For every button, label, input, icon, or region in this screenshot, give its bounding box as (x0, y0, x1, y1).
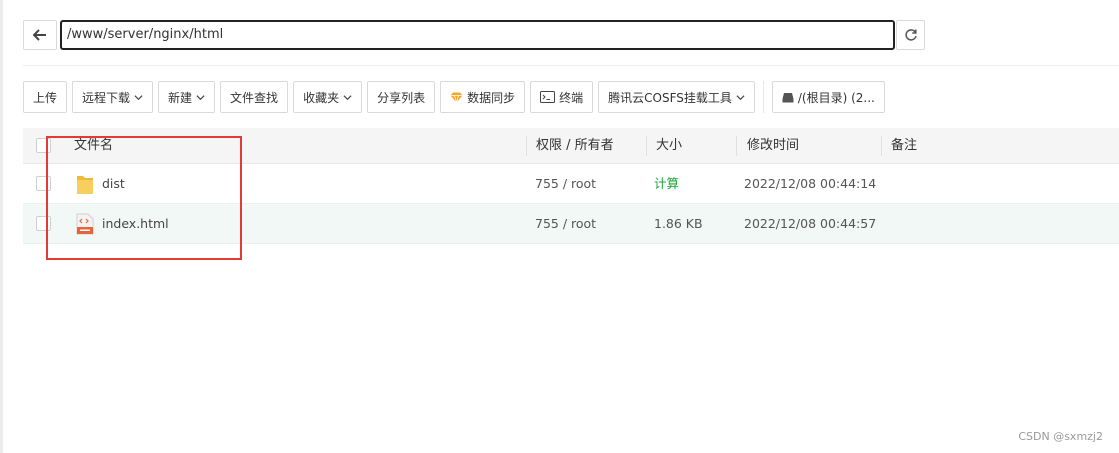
refresh-button[interactable] (896, 20, 925, 50)
upload-button[interactable]: 上传 (23, 81, 68, 113)
terminal-button[interactable]: 终端 (530, 81, 594, 113)
back-button[interactable] (23, 20, 57, 50)
diamond-icon (450, 92, 463, 103)
file-mtime: 2022/12/08 00:44:57 (744, 216, 877, 231)
col-header-mtime[interactable]: 修改时间 (747, 128, 799, 164)
cosfs-mount-button[interactable]: 腾讯云COSFS挂载工具 (598, 81, 755, 113)
file-size: 1.86 KB (654, 216, 703, 231)
new-button[interactable]: 新建 (158, 81, 216, 113)
chevron-down-icon (134, 94, 143, 100)
left-edge (0, 0, 3, 453)
file-perm[interactable]: 755 / root (535, 164, 596, 204)
highlight-annotation (46, 136, 242, 260)
col-divider (881, 136, 882, 156)
file-size-calc-link[interactable]: 计算 (654, 164, 679, 204)
disk-button[interactable]: /(根目录) (2... (771, 81, 885, 113)
chevron-down-icon (196, 94, 205, 100)
refresh-icon (904, 29, 917, 41)
file-mtime: 2022/12/08 00:44:14 (744, 176, 877, 191)
col-divider (736, 136, 737, 156)
divider (23, 65, 1119, 66)
disk-icon (782, 92, 794, 102)
file-perm[interactable]: 755 / root (535, 204, 596, 244)
col-divider (526, 136, 527, 156)
path-input[interactable]: /www/server/nginx/html (60, 20, 895, 50)
col-header-perm[interactable]: 权限 / 所有者 (536, 128, 614, 164)
favorites-button[interactable]: 收藏夹 (293, 81, 363, 113)
data-sync-button[interactable]: 数据同步 (440, 81, 526, 113)
file-search-button[interactable]: 文件查找 (220, 81, 289, 113)
watermark: CSDN @sxmzj2 (1018, 430, 1103, 443)
toolbar: 上传 远程下载 新建 文件查找 收藏夹 分享列表 数据同步 终端 腾讯云COSF… (23, 81, 885, 113)
share-list-button[interactable]: 分享列表 (367, 81, 436, 113)
terminal-icon (540, 91, 556, 103)
path-bar: /www/server/nginx/html (23, 20, 925, 50)
chevron-down-icon (343, 94, 352, 100)
toolbar-separator (762, 81, 764, 113)
chevron-down-icon (736, 94, 745, 100)
col-header-size[interactable]: 大小 (656, 128, 682, 164)
col-header-note[interactable]: 备注 (891, 128, 917, 164)
col-divider (646, 136, 647, 156)
remote-download-button[interactable]: 远程下载 (72, 81, 154, 113)
arrow-left-icon (33, 29, 46, 41)
